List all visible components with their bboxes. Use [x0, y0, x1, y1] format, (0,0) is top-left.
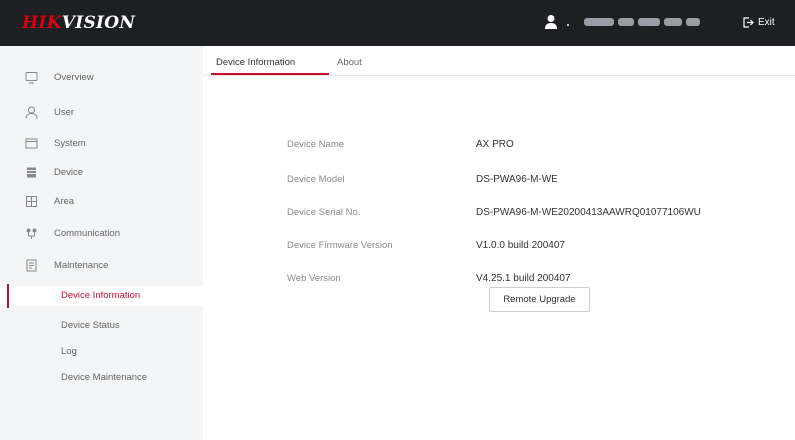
separator-dot [567, 24, 569, 26]
main-content: Device Information About Device Name AX … [203, 46, 795, 440]
sidebar-item-label: User [54, 107, 75, 118]
user-icon [25, 106, 38, 119]
info-key: Web Version [287, 273, 341, 284]
sidebar-item-label: Overview [54, 72, 94, 83]
sidebar-item-label: Area [54, 196, 75, 207]
sidebar-item-area[interactable]: Area [0, 192, 203, 212]
info-key: Device Name [287, 139, 345, 150]
sidebar-item-user[interactable]: User [0, 103, 203, 123]
sidebar-subitem-label: Device Status [61, 320, 120, 331]
exit-button[interactable]: Exit [743, 13, 775, 31]
active-indicator [7, 284, 9, 308]
info-value: DS-PWA96-M-WE20200413AAWRQ01077106WU [476, 207, 701, 218]
top-header: HIKVISION Exit [0, 0, 795, 46]
sidebar-subitem-device-maintenance[interactable]: Device Maintenance [0, 368, 203, 388]
info-key: Device Model [287, 174, 345, 185]
sidebar-subitem-device-status[interactable]: Device Status [0, 316, 203, 336]
info-row-serial-number: Device Serial No. DS-PWA96-M-WE20200413A… [203, 204, 795, 224]
tab-device-information[interactable]: Device Information [216, 57, 295, 68]
sidebar-item-label: Maintenance [54, 260, 109, 271]
sidebar-item-label: Device [54, 167, 84, 178]
info-row-firmware-version: Device Firmware Version V1.0.0 build 200… [203, 237, 795, 257]
info-key: Device Firmware Version [287, 240, 393, 251]
area-icon [26, 196, 37, 207]
sidebar-item-maintenance[interactable]: Maintenance [0, 256, 203, 276]
sidebar-item-label: System [54, 138, 86, 149]
tab-about[interactable]: About [337, 57, 362, 68]
exit-icon [743, 16, 754, 28]
info-value: AX PRO [476, 139, 514, 150]
sidebar: Overview User System Device Area Communi… [0, 46, 203, 440]
info-value: DS-PWA96-M-WE [476, 174, 558, 185]
info-value: V1.0.0 build 200407 [476, 240, 565, 251]
system-icon [25, 138, 38, 149]
overview-icon [25, 72, 38, 84]
active-tab-underline [211, 73, 329, 75]
device-icon [27, 167, 36, 178]
sidebar-item-device[interactable]: Device [0, 163, 203, 183]
username-redacted [584, 15, 724, 29]
info-key: Device Serial No. [287, 207, 361, 218]
maintenance-icon [26, 259, 37, 272]
sidebar-subitem-label: Device Information [61, 290, 141, 301]
sidebar-item-system[interactable]: System [0, 134, 203, 154]
info-value: V4.25.1 build 200407 [476, 273, 571, 284]
communication-icon [26, 228, 37, 239]
hikvision-logo: HIKVISION [22, 13, 136, 33]
remote-upgrade-button[interactable]: Remote Upgrade [489, 287, 590, 312]
tab-bar: Device Information About [203, 46, 795, 76]
info-row-device-name: Device Name AX PRO [203, 136, 795, 156]
sidebar-item-overview[interactable]: Overview [0, 68, 203, 88]
exit-label: Exit [758, 16, 775, 28]
sidebar-subitem-label: Device Maintenance [61, 372, 148, 383]
sidebar-item-label: Communication [54, 228, 120, 239]
sidebar-item-communication[interactable]: Communication [0, 224, 203, 244]
sidebar-subitem-log[interactable]: Log [0, 342, 203, 362]
sidebar-subitem-label: Log [61, 346, 77, 357]
info-row-device-model: Device Model DS-PWA96-M-WE [203, 171, 795, 191]
sidebar-subitem-device-information[interactable]: Device Information [0, 284, 203, 308]
user-account-icon[interactable] [544, 14, 558, 30]
